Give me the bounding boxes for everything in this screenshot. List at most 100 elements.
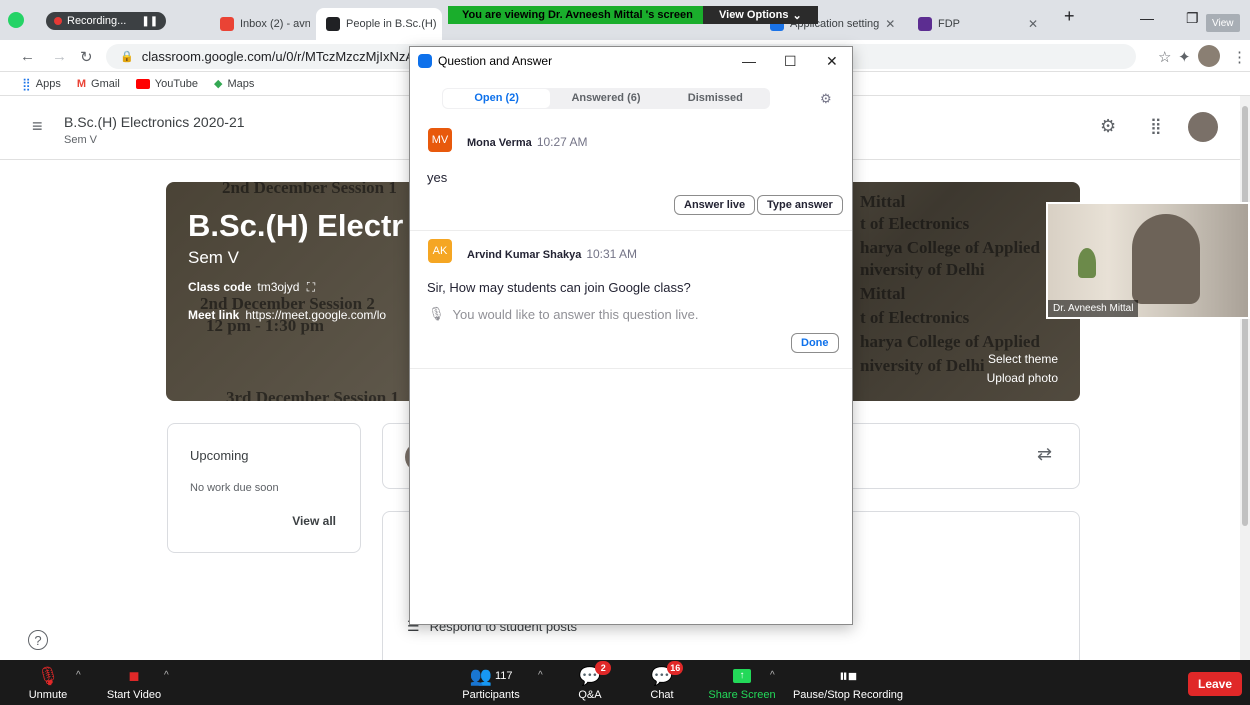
chat-button[interactable]: 💬 16 Chat	[644, 660, 684, 705]
microphone-icon: 🎙	[428, 306, 445, 321]
help-icon[interactable]: ?	[28, 630, 48, 650]
fullscreen-icon[interactable]: ⛶	[307, 280, 315, 294]
leave-button[interactable]: Leave	[1188, 672, 1242, 696]
banner-section: Sem V	[188, 248, 240, 267]
chat-icon: 💬 16	[651, 661, 684, 689]
upcoming-title: Upcoming	[190, 448, 249, 463]
close-icon[interactable]: ✕	[885, 17, 895, 31]
gmail-icon: M	[76, 77, 87, 90]
speaker-video-tile[interactable]: Dr. Avneesh Mittal	[1046, 202, 1250, 319]
share-screen-button[interactable]: ↑ Share Screen	[708, 660, 776, 705]
qa-dialog: Question and Answer — ☐ ✕ Open (2) Answe…	[409, 46, 853, 625]
unmute-button[interactable]: 🎙 Unmute	[28, 660, 68, 705]
type-answer-button[interactable]: Type answer	[757, 195, 843, 215]
tab-answered[interactable]: Answered (6)	[552, 89, 659, 108]
upcoming-card: Upcoming No work due soon View all	[167, 423, 361, 553]
qa-button[interactable]: 💬 2 Q&A	[572, 660, 612, 705]
select-theme-link[interactable]: Select theme	[988, 352, 1058, 366]
lock-icon: 🔒	[120, 51, 134, 63]
tab-fdp[interactable]: FDP ✕	[908, 8, 1048, 40]
pause-stop-icon: ⏸⏹	[839, 665, 857, 686]
video-off-icon: ■	[128, 665, 140, 686]
dialog-title: Question and Answer	[438, 54, 553, 68]
chevron-up-icon[interactable]: ^	[164, 670, 169, 681]
bookmark-youtube[interactable]: YouTube	[135, 78, 198, 90]
apps-grid-icon: ⣿	[22, 76, 31, 91]
tab-open[interactable]: Open (2)	[443, 89, 551, 108]
new-tab-button[interactable]: +	[1064, 6, 1075, 27]
bookmark-gmail[interactable]: M Gmail	[77, 78, 120, 90]
chevron-up-icon[interactable]: ^	[76, 670, 81, 681]
repost-icon[interactable]: ⇄	[1037, 444, 1052, 465]
close-icon[interactable]: ✕	[1028, 17, 1038, 31]
question-text: Sir, How may students can join Google cl…	[427, 280, 691, 295]
speaker-silhouette	[1132, 214, 1200, 304]
fdp-icon	[918, 17, 932, 31]
tab-dismissed[interactable]: Dismissed	[662, 89, 769, 108]
viewing-screen-banner: You are viewing Dr. Avneesh Mittal 's sc…	[448, 6, 707, 24]
speaker-name: Dr. Avneesh Mittal	[1048, 300, 1139, 317]
gmail-icon	[220, 17, 234, 31]
upcoming-empty-text: No work due soon	[190, 482, 279, 494]
bookmark-maps[interactable]: ◆ Maps	[214, 77, 254, 91]
meet-link[interactable]: Meet link https://meet.google.com/lo	[188, 308, 386, 322]
pause-recording-button[interactable]: ⏸⏹ Pause/Stop Recording	[792, 660, 904, 705]
profile-avatar[interactable]	[1198, 45, 1220, 67]
chevron-up-icon[interactable]: ^	[770, 670, 775, 681]
minimize-window-icon[interactable]: —	[1140, 10, 1154, 26]
minimize-icon[interactable]: —	[742, 53, 756, 69]
asker-name: Arvind Kumar Shakya 10:31 AM	[467, 247, 638, 261]
question-item: MV Mona Verma 10:27 AM yes Answer live Ty…	[410, 123, 852, 231]
start-video-button[interactable]: ■ Start Video	[102, 660, 166, 705]
bookmark-star-icon[interactable]: ☆	[1158, 48, 1171, 66]
asker-name: Mona Verma 10:27 AM	[467, 135, 588, 149]
tab-people[interactable]: People in B.Sc.(H)✕	[316, 8, 442, 40]
qa-tab-group: Open (2) Answered (6) Dismissed	[442, 88, 770, 109]
youtube-icon	[135, 78, 150, 89]
upload-photo-link[interactable]: Upload photo	[987, 371, 1058, 385]
done-button[interactable]: Done	[791, 333, 839, 353]
chat-badge: 16	[667, 661, 684, 675]
restore-window-icon[interactable]: ❐	[1186, 10, 1199, 27]
tab-inbox[interactable]: Inbox (2) - avnees✕	[210, 8, 310, 40]
qa-icon: 💬 2	[579, 661, 612, 689]
hamburger-menu-icon[interactable]: ≡	[32, 116, 43, 137]
extensions-icon[interactable]: ✦	[1178, 48, 1191, 66]
answer-live-button[interactable]: Answer live	[674, 195, 756, 215]
question-item: AK Arvind Kumar Shakya 10:31 AM Sir, How …	[410, 231, 852, 369]
microphone-muted-icon: 🎙	[36, 665, 60, 686]
back-icon[interactable]: ←	[20, 48, 35, 65]
plant-icon	[1078, 248, 1096, 278]
chevron-down-icon: ⌄	[792, 9, 802, 22]
apps-grid-icon[interactable]: ⣿	[1150, 116, 1162, 136]
qa-badge: 2	[595, 661, 612, 675]
view-all-link[interactable]: View all	[292, 514, 336, 528]
question-text: yes	[427, 170, 448, 185]
whatsapp-icon	[8, 12, 24, 28]
people-icon	[326, 17, 340, 31]
avatar: MV	[428, 128, 452, 152]
reload-icon[interactable]: ↻	[80, 48, 93, 66]
forward-icon[interactable]: →	[52, 48, 67, 65]
view-options-button[interactable]: View Options ⌄	[703, 6, 818, 24]
close-icon[interactable]: ✕	[826, 53, 838, 70]
page-scrollbar[interactable]	[1240, 96, 1250, 660]
recording-indicator[interactable]: Recording... ❚❚	[46, 12, 167, 30]
maximize-icon[interactable]: ☐	[784, 53, 797, 70]
zoom-toolbar: 🎙 Unmute ^ ■ Start Video ^ 👥 117 Particip…	[0, 660, 1250, 705]
menu-dots-icon[interactable]: ⋮	[1232, 48, 1247, 66]
participants-icon: 👥 117	[469, 665, 513, 686]
class-code: Class code tm3ojyd ⛶	[188, 280, 316, 294]
zoom-logo-icon	[418, 54, 432, 68]
chevron-up-icon[interactable]: ^	[538, 670, 543, 681]
course-title[interactable]: B.Sc.(H) Electronics 2020-21	[64, 114, 245, 130]
bookmark-apps[interactable]: ⣿ Apps	[22, 77, 61, 91]
avatar[interactable]	[1188, 112, 1218, 142]
gear-icon[interactable]: ⚙	[1100, 116, 1116, 137]
view-button[interactable]: View	[1206, 14, 1240, 32]
gear-icon[interactable]: ⚙	[820, 91, 832, 107]
pause-icon[interactable]: ❚❚	[141, 16, 158, 27]
live-answer-note: 🎙 You would like to answer this question…	[428, 306, 699, 322]
maps-icon: ◆	[214, 78, 223, 90]
participants-button[interactable]: 👥 117 Participants	[460, 660, 522, 705]
